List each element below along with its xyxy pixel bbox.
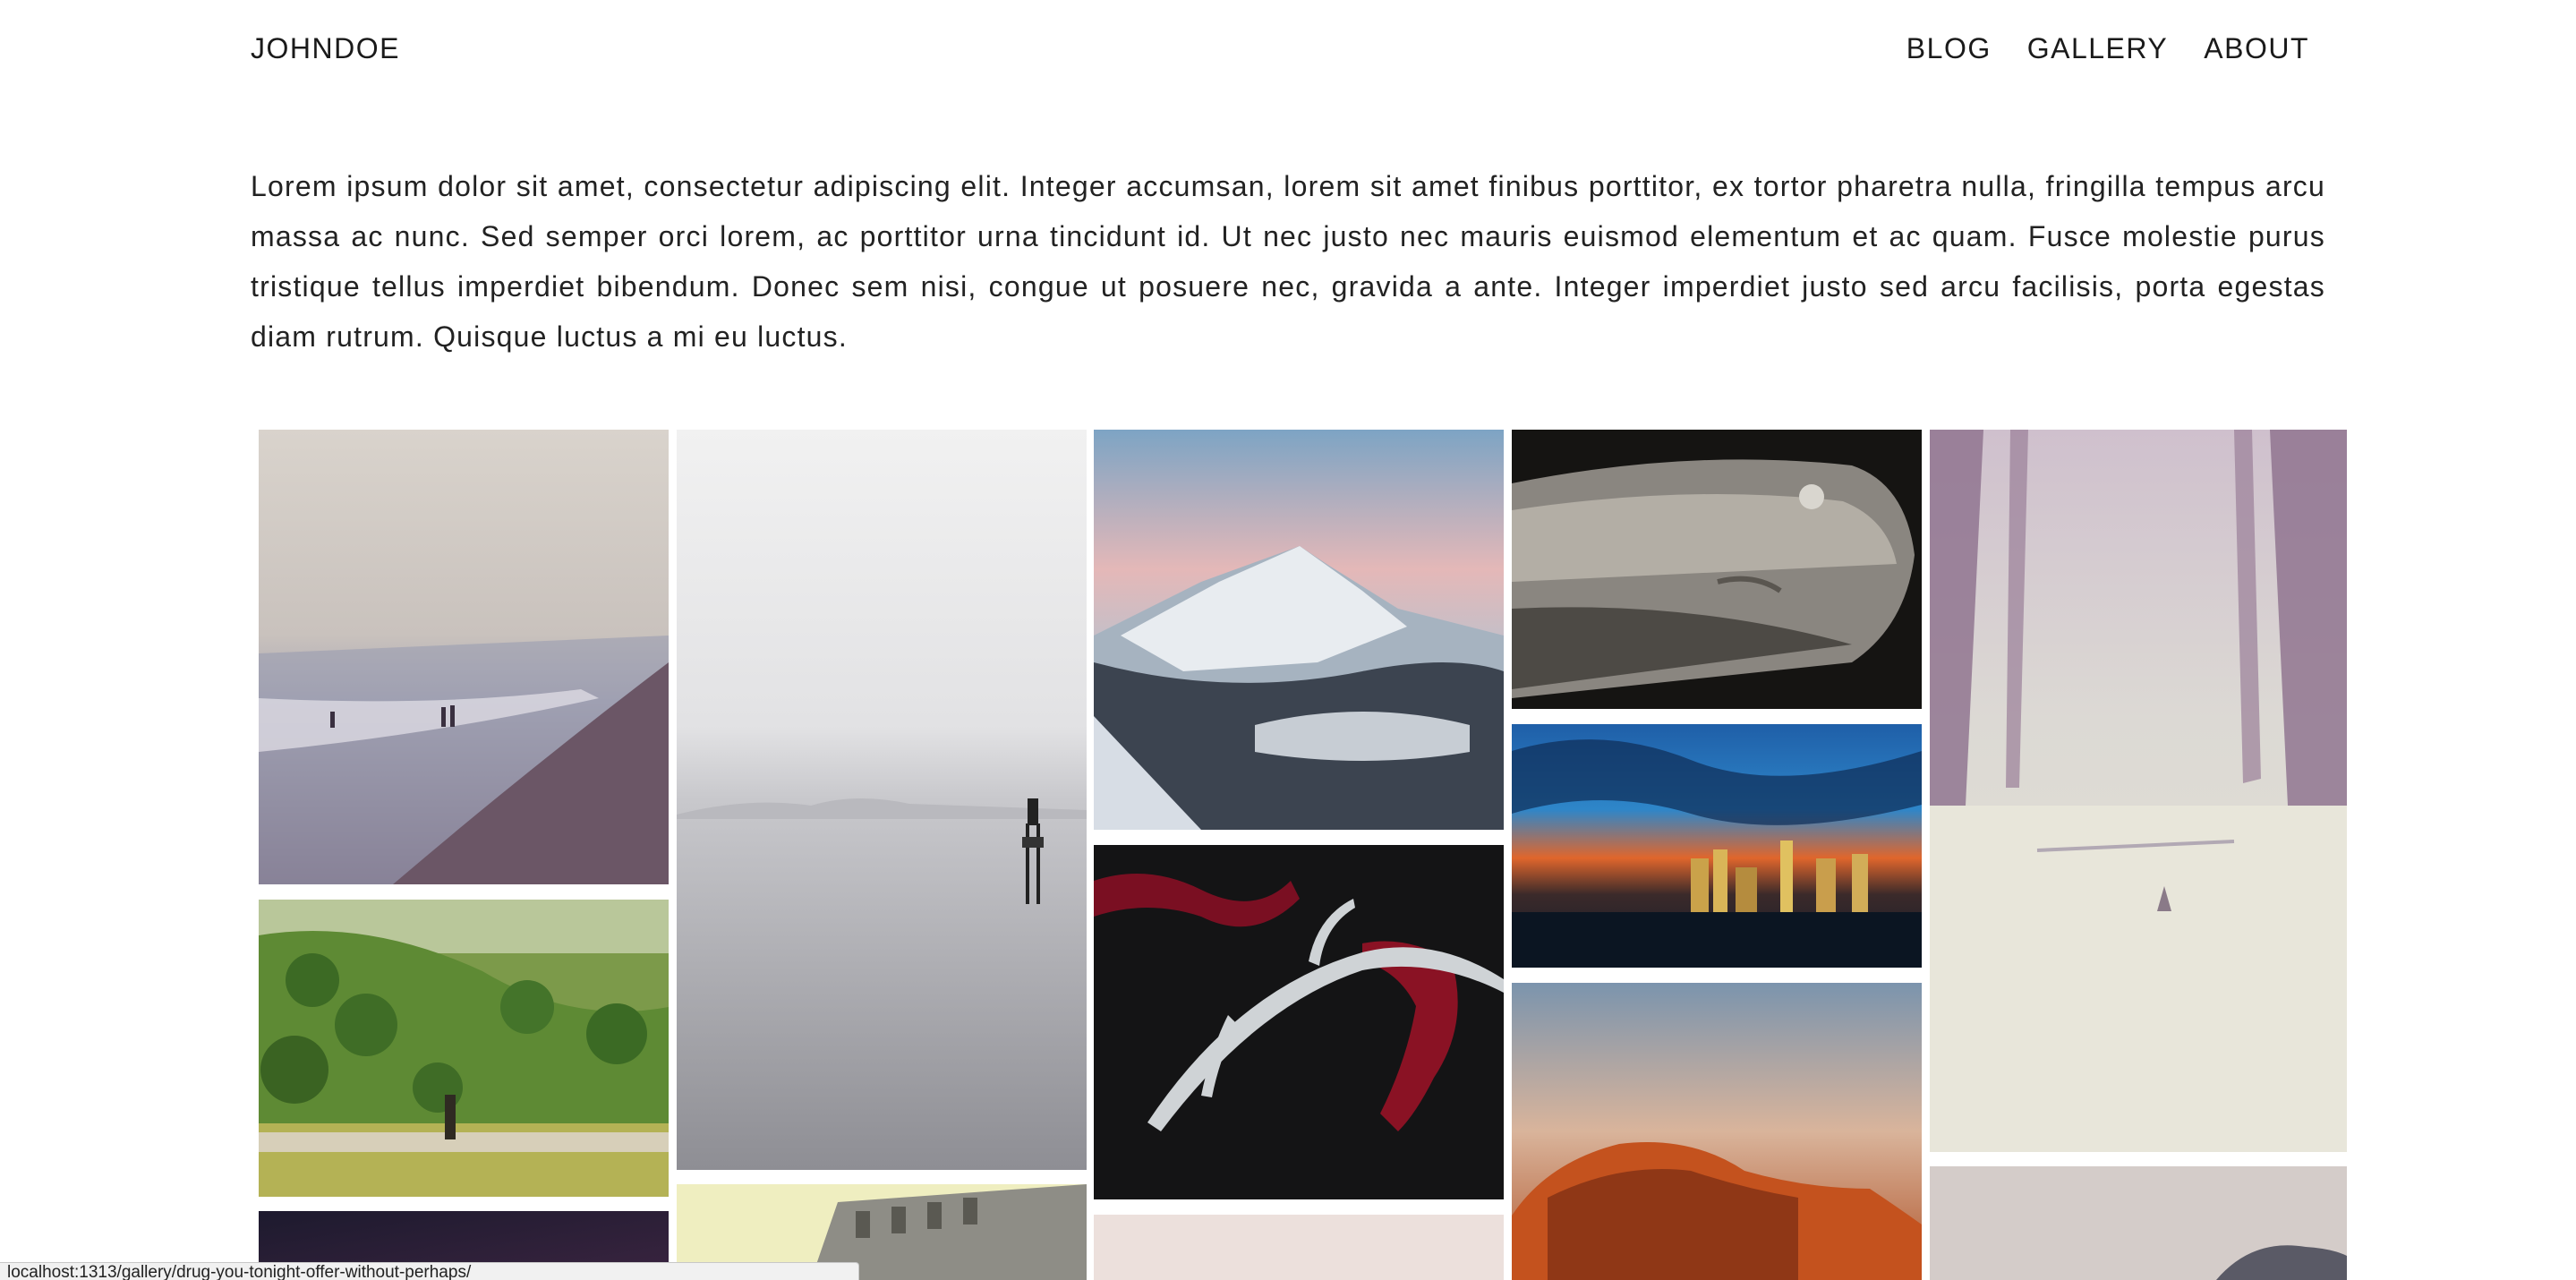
gallery-photo-city-skyline[interactable] [1512, 724, 1922, 968]
gallery-photo-coastal-hill[interactable] [1930, 1166, 2347, 1280]
gallery-photo-vintage-car[interactable] [1512, 430, 1922, 709]
gallery-photo-beach[interactable] [259, 430, 669, 884]
gallery-photo-hills-sheep[interactable] [259, 900, 669, 1197]
gallery-photo-red-rocks[interactable] [1512, 983, 1922, 1280]
gallery-photo-pale-pink[interactable] [1094, 1215, 1504, 1280]
gallery-photo-foggy-forest-road[interactable] [1930, 430, 2347, 1152]
browser-status-bar: localhost:1313/gallery/drug-you-tonight-… [0, 1262, 859, 1280]
gallery-photo-antler-scarf[interactable] [1094, 845, 1504, 1199]
gallery-photo-calm-sea[interactable] [677, 430, 1087, 1170]
gallery-photo-mountain[interactable] [1094, 430, 1504, 830]
photo-gallery [0, 0, 2576, 1280]
